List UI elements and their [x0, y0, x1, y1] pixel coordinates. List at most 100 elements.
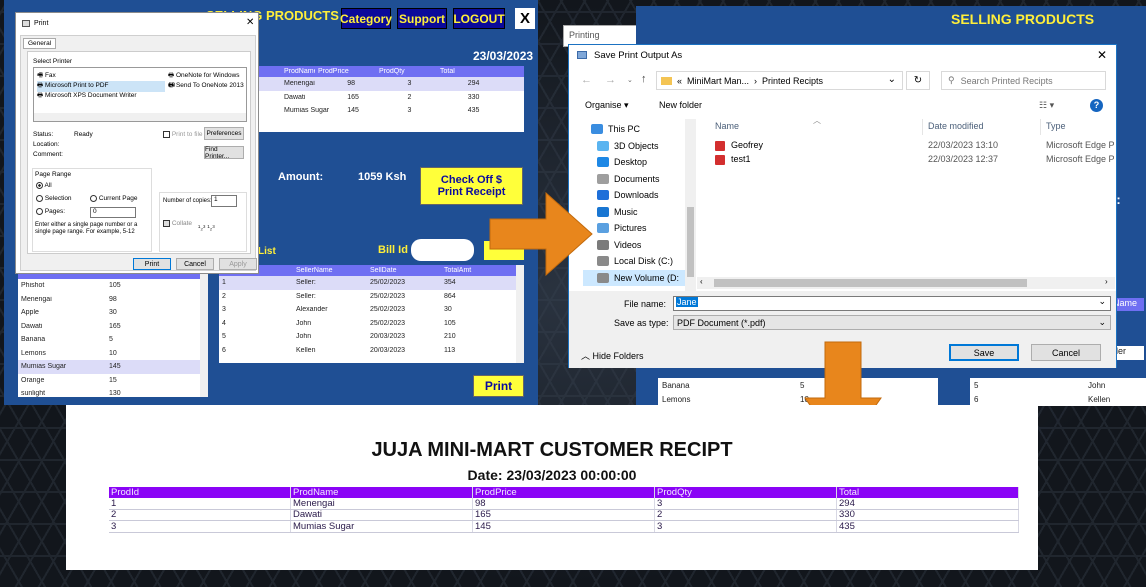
category-button[interactable]: Category — [340, 8, 392, 29]
col-date-modified[interactable]: Date modified — [928, 121, 984, 131]
tree-scrollbar[interactable] — [685, 119, 696, 291]
breadcrumb-printed-recipts[interactable]: Printed Recipts — [762, 76, 823, 86]
chevron-down-icon[interactable]: ⌄ — [627, 76, 633, 84]
chevron-down-icon[interactable]: ⌄ — [888, 74, 896, 85]
hide-folders-button[interactable]: ︿ Hide Folders — [581, 349, 644, 362]
file-name-input[interactable]: Jane ⌄ — [673, 296, 1111, 311]
radio-all[interactable]: All — [36, 182, 52, 189]
printer-list-scrollbar[interactable] — [34, 113, 246, 121]
file-row[interactable]: Geofrey 22/03/2023 13:10 Microsoft Edge P — [709, 139, 1115, 153]
chevron-down-icon[interactable]: ⌄ — [1098, 296, 1106, 307]
tree-item[interactable]: Documents — [583, 171, 688, 188]
cell: 3 — [655, 521, 837, 532]
close-icon[interactable]: ✕ — [246, 17, 254, 28]
search-input[interactable]: ⚲ Search Printed Recipts — [941, 71, 1106, 90]
file-row[interactable]: test1 22/03/2023 12:37 Microsoft Edge P — [709, 153, 1115, 167]
table-row[interactable]: 4 John 25/02/2023 105 — [219, 317, 524, 331]
right-arrow-shape — [489, 191, 593, 277]
printer-list[interactable]: 🖷 Fax 🖶 OneNote for Windows 10 🖶 Microso… — [33, 67, 247, 122]
print-to-file-checkbox[interactable]: Print to file — [163, 131, 203, 138]
chevron-down-icon[interactable]: ⌄ — [1098, 315, 1106, 329]
table-row[interactable]: Menengai 98 3 294 — [254, 77, 524, 91]
table-row[interactable]: Menengai 98 — [18, 293, 208, 307]
stock-grid[interactable]: Phishot 105 Menengai 98 Apple 30 Dawati 165 Bana… — [18, 272, 208, 397]
table-row[interactable]: Banana 5 — [18, 333, 208, 347]
printer-send-onenote[interactable]: 🖶 Send To OneNote 2013 — [168, 81, 244, 92]
print-apply-button[interactable]: Apply — [219, 258, 257, 270]
copies-stepper[interactable]: 1 — [211, 195, 237, 207]
tree-item[interactable]: Pictures — [583, 220, 688, 237]
col-type[interactable]: Type — [1046, 121, 1066, 131]
collate-checkbox[interactable]: Collate — [163, 220, 192, 227]
receipt-col-header: Total — [837, 487, 1019, 498]
table-row[interactable]: Apple 30 — [18, 306, 208, 320]
table-row[interactable]: 1 Seller: 25/02/2023 354 — [219, 276, 524, 290]
new-folder-button[interactable]: New folder — [659, 100, 702, 110]
table-row[interactable]: Mumias Sugar 145 3 435 — [254, 104, 524, 118]
pages-input[interactable]: 0 — [90, 207, 136, 218]
printer-xps[interactable]: 🖶 Microsoft XPS Document Writer — [37, 91, 137, 102]
table-row[interactable]: Dawati 165 2 330 — [254, 91, 524, 105]
view-options-icon[interactable]: ☷ ▾ — [1039, 100, 1054, 111]
table-row[interactable]: Phishot 105 — [18, 279, 208, 293]
table-row[interactable]: 6 Kellen 20/03/2023 113 — [219, 344, 524, 358]
cancel-button[interactable]: Cancel — [1031, 344, 1101, 361]
tab-general[interactable]: General — [23, 38, 57, 49]
scroll-right-icon[interactable]: › — [1105, 277, 1108, 286]
forward-icon[interactable]: → — [605, 74, 616, 86]
organise-button[interactable]: Organise ▾ — [585, 100, 629, 111]
tree-item[interactable]: 3D Objects — [583, 138, 688, 155]
bills-grid[interactable]: SellerName SellDate TotalAmt 1 Seller: 25/… — [219, 265, 524, 363]
table-row[interactable]: Lemons 10 — [18, 347, 208, 361]
print-confirm-button[interactable]: Print — [133, 258, 171, 270]
close-icon[interactable]: ✕ — [1097, 48, 1107, 62]
print-cancel-button[interactable]: Cancel — [176, 258, 214, 270]
help-icon[interactable]: ? — [1090, 99, 1103, 112]
radio-current-page[interactable]: Current Page — [90, 195, 137, 202]
stock-scrollbar[interactable] — [200, 272, 208, 397]
bill-id-input[interactable] — [411, 239, 474, 261]
hscroll[interactable]: ‹ › — [697, 277, 1115, 289]
refresh-icon[interactable]: ↻ — [906, 71, 930, 90]
nav-tree[interactable]: This PC 3D Objects Desktop Documents Downloa… — [583, 121, 688, 287]
table-row[interactable]: Mumias Sugar 145 — [18, 360, 208, 374]
radio-selection[interactable]: Selection — [36, 195, 72, 202]
tree-item[interactable]: Videos — [583, 237, 688, 254]
tree-item[interactable]: Music — [583, 204, 688, 221]
table-row[interactable]: sunlight 130 — [18, 387, 208, 401]
scrollbar-thumb[interactable] — [687, 207, 694, 277]
preferences-button[interactable]: Preferences — [204, 127, 244, 140]
tree-item[interactable]: New Volume (D: — [583, 269, 688, 286]
bills-scrollbar[interactable] — [516, 265, 524, 363]
cart-grid[interactable]: ProdName ProdPrice ProdQty Total Menenga… — [254, 66, 524, 132]
cell: Mumias Sugar — [291, 521, 473, 532]
table-row[interactable]: 2 Seller: 25/02/2023 864 — [219, 290, 524, 304]
tree-item[interactable]: This PC — [583, 121, 688, 138]
file-name-value: Jane — [676, 297, 698, 307]
col-name[interactable]: Name — [715, 121, 739, 131]
cell: Mumias Sugar — [284, 107, 330, 115]
breadcrumb-minimart[interactable]: MiniMart Man... — [687, 76, 749, 86]
support-button[interactable]: Support — [397, 8, 447, 29]
scrollbar-thumb[interactable] — [714, 279, 1027, 287]
save-button[interactable]: Save — [949, 344, 1019, 361]
table-row[interactable]: 3 Alexander 25/02/2023 30 — [219, 303, 524, 317]
page-range-group: Page Range All Selection Current Page Pa… — [32, 168, 152, 252]
scroll-left-icon[interactable]: ‹ — [700, 277, 703, 286]
table-row[interactable]: 5 John 20/03/2023 210 — [219, 330, 524, 344]
radio-pages[interactable]: Pages: — [36, 208, 65, 215]
tree-item[interactable]: Desktop — [583, 154, 688, 171]
tree-item[interactable]: Downloads — [583, 187, 688, 204]
table-row[interactable]: Orange 15 — [18, 374, 208, 388]
print-button[interactable]: Print — [473, 375, 524, 397]
file-list[interactable]: Geofrey 22/03/2023 13:10 Microsoft Edge Pt… — [709, 139, 1115, 279]
address-bar[interactable]: « MiniMart Man... › Printed Recipts ⌄ — [656, 71, 903, 90]
up-icon[interactable]: ↑ — [641, 73, 647, 85]
tree-item[interactable]: Local Disk (C:) — [583, 253, 688, 270]
table-row[interactable]: Dawati 165 — [18, 320, 208, 334]
save-type-select[interactable]: PDF Document (*.pdf) ⌄ — [673, 315, 1111, 330]
find-printer-button[interactable]: Find Printer... — [204, 146, 244, 160]
back-icon[interactable]: ← — [581, 74, 592, 86]
close-icon[interactable]: X — [515, 8, 535, 29]
logout-button[interactable]: LOGOUT — [453, 8, 505, 29]
